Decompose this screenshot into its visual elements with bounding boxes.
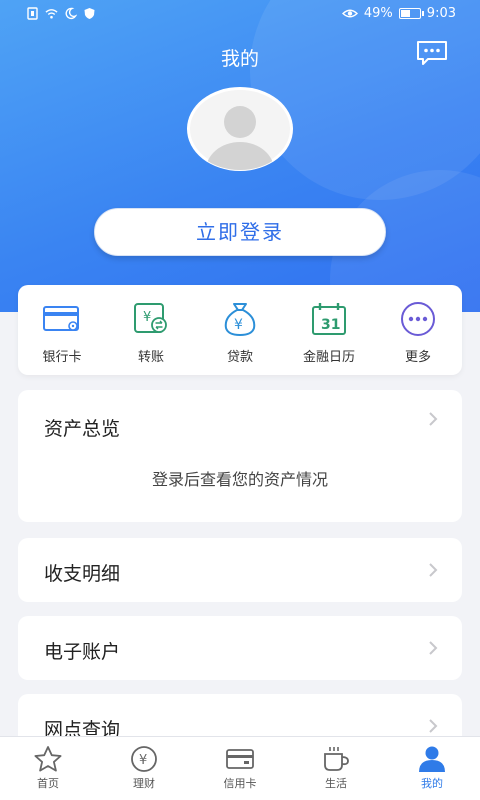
battery-percent: 49% — [363, 6, 393, 21]
asset-login-hint: 登录后查看您的资产情况 — [151, 470, 328, 489]
transfer-icon: ¥ — [134, 303, 167, 333]
wifi-icon — [45, 9, 58, 19]
message-button[interactable] — [416, 40, 448, 66]
shortcut-more[interactable]: 更多 — [374, 285, 462, 375]
tab-wealth[interactable]: ¥ 理财 — [96, 737, 192, 800]
calendar-icon: 31 — [312, 303, 346, 335]
coffee-cup-icon — [324, 747, 349, 771]
clock-time: 9:03 — [426, 6, 456, 21]
tab-label: 信用卡 — [223, 777, 257, 790]
menu-row-e-account[interactable]: 电子账户 — [18, 616, 462, 680]
status-icons-left — [26, 7, 96, 20]
more-icon — [401, 302, 435, 336]
chevron-right-icon — [429, 412, 438, 426]
tab-label: 生活 — [325, 777, 347, 790]
chevron-right-icon — [429, 641, 438, 655]
svg-text:¥: ¥ — [234, 317, 243, 333]
sim-card-icon — [27, 7, 38, 20]
page-title: 我的 — [220, 48, 259, 70]
shortcut-bank-card[interactable]: 银行卡 — [18, 285, 106, 375]
tab-mine[interactable]: 我的 — [384, 737, 480, 800]
battery-icon — [398, 8, 424, 19]
eye-icon — [341, 9, 358, 18]
shortcut-calendar[interactable]: 31 金融日历 — [285, 285, 373, 375]
avatar[interactable] — [186, 86, 294, 172]
tab-home[interactable]: 首页 — [0, 737, 96, 800]
asset-overview-title: 资产总览 — [44, 418, 121, 440]
status-bar: 49% 9:03 — [0, 0, 480, 30]
menu-row-transactions[interactable]: 收支明细 — [18, 538, 462, 602]
status-icons-right: 49% 9:03 — [341, 6, 456, 21]
shield-icon — [84, 8, 95, 19]
shortcut-label: 银行卡 — [42, 350, 82, 365]
chat-bubble-icon — [417, 41, 447, 65]
loan-bag-icon: ¥ — [224, 303, 256, 337]
default-avatar-icon — [187, 87, 293, 171]
shortcut-transfer[interactable]: ¥ 转账 — [107, 285, 195, 375]
shortcut-loan[interactable]: ¥ 贷款 — [196, 285, 284, 375]
tab-label: 首页 — [37, 777, 59, 790]
tab-credit-card[interactable]: 信用卡 — [192, 737, 288, 800]
shortcut-label: 转账 — [137, 350, 164, 365]
bottom-tab-bar: 首页 ¥ 理财 信用卡 生活 我的 — [0, 736, 480, 800]
tab-label: 理财 — [133, 777, 155, 790]
bank-card-icon — [43, 306, 79, 331]
svg-text:31: 31 — [321, 317, 340, 333]
shortcut-label: 金融日历 — [302, 350, 355, 365]
svg-text:¥: ¥ — [143, 310, 151, 325]
chevron-right-icon — [429, 719, 438, 733]
shortcut-label: 更多 — [404, 350, 431, 365]
person-icon — [419, 746, 445, 772]
chevron-right-icon — [429, 563, 438, 577]
moon-icon — [65, 7, 77, 20]
menu-row-label: 收支明细 — [44, 563, 121, 585]
star-icon — [34, 746, 62, 772]
login-button[interactable]: 立即登录 — [94, 208, 386, 256]
shortcut-panel: 银行卡 ¥ 转账 ¥ 贷款 31 金融日历 更多 — [18, 285, 462, 375]
menu-row-label: 电子账户 — [44, 641, 121, 663]
svg-text:¥: ¥ — [139, 753, 147, 768]
tab-label: 我的 — [421, 777, 443, 790]
tab-life[interactable]: 生活 — [288, 737, 384, 800]
credit-card-icon — [226, 749, 254, 769]
shortcut-label: 贷款 — [226, 350, 253, 365]
asset-overview-card[interactable]: 资产总览 登录后查看您的资产情况 — [18, 390, 462, 522]
yuan-coin-icon: ¥ — [131, 746, 157, 772]
